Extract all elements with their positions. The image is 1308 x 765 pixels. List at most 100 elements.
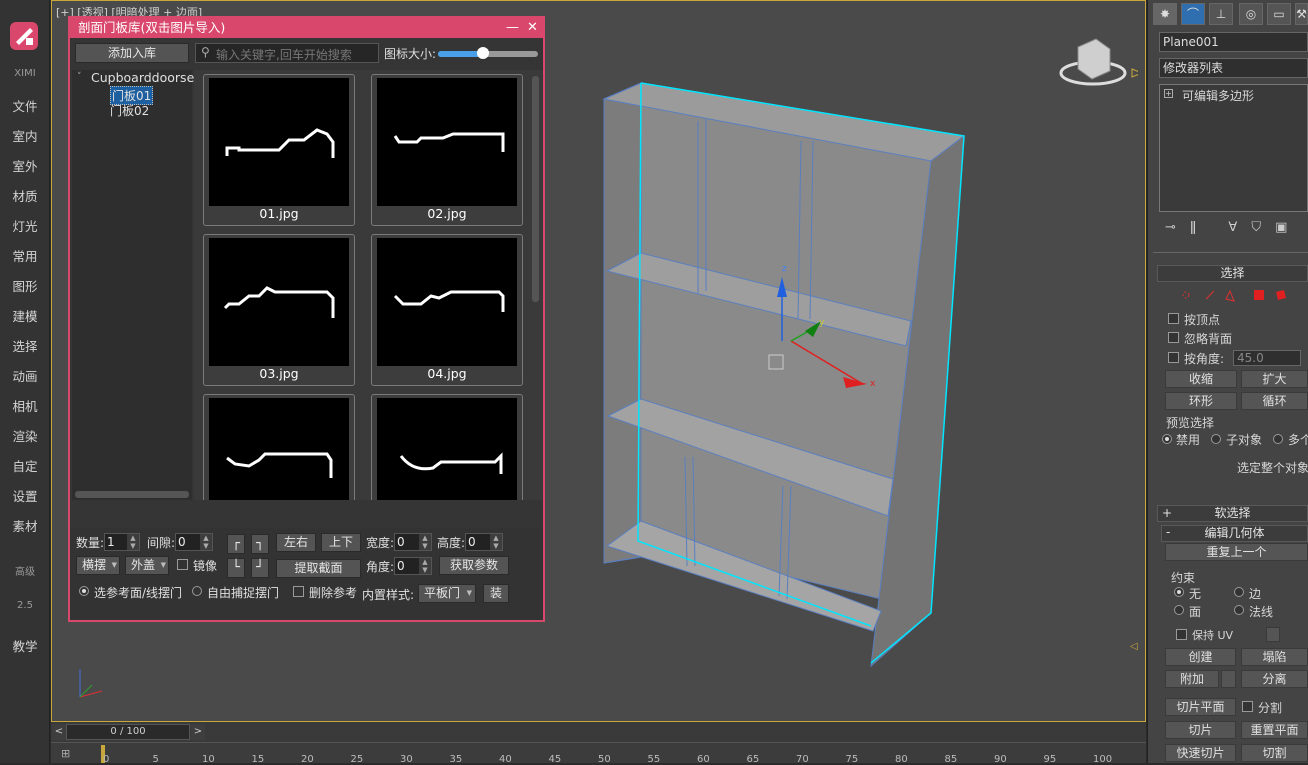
add-to-library-button[interactable]: 添加入库 [75,43,189,63]
attach-button[interactable]: 附加 [1165,670,1219,688]
slice-plane-button[interactable]: 切片平面 [1165,698,1236,716]
menu-select[interactable]: 选择 [0,336,50,355]
menu-shape[interactable]: 图形 [0,276,50,295]
stack-tools-icon[interactable]: ⊸ǁ ∀⛉▣ [1165,220,1301,235]
motion-tab-icon[interactable]: ◎ [1239,3,1263,25]
menu-exterior[interactable]: 室外 [0,156,50,175]
spinner-arrows-icon[interactable]: ▲ ▼ [200,534,212,550]
menu-material[interactable]: 材质 [0,186,50,205]
thumbnail-item[interactable]: 03.jpg [203,234,355,386]
menu-render[interactable]: 渲染 [0,426,50,445]
spinner-arrows-icon[interactable]: ▲ ▼ [419,534,431,550]
spinner-arrows-icon[interactable]: ▲ ▼ [490,534,502,550]
object-name-field[interactable]: Plane001 [1159,32,1308,52]
height-input[interactable]: 0 ▲ ▼ [465,533,503,551]
display-tab-icon[interactable]: ▭ [1267,3,1291,25]
menu-tutorial[interactable]: 教学 [0,636,50,655]
menu-settings[interactable]: 设置 [0,486,50,505]
thumbnail-grid[interactable]: 01.jpg 02.jpg 03.jpg 04.jpg [194,70,543,500]
thumbnail-item[interactable]: 04.jpg [371,234,523,386]
extract-section-button[interactable]: 提取截面 [276,559,361,578]
constraint-none-radio[interactable] [1174,587,1184,597]
spinner-arrows-icon[interactable]: ▲ ▼ [127,534,139,550]
subobject-icons[interactable] [1180,287,1290,303]
corner-top-right-icon[interactable]: ┐ [251,534,269,554]
menu-light[interactable]: 灯光 [0,216,50,235]
search-input[interactable]: ⚲ 输入关键字,回车开始搜索 [195,43,379,63]
by-angle-checkbox[interactable] [1168,352,1179,363]
slice-button[interactable]: 切片 [1165,721,1236,739]
constraint-normal-radio[interactable] [1234,605,1244,615]
utilities-tab-icon[interactable]: ⚒ [1295,3,1308,25]
by-vertex-checkbox[interactable] [1168,313,1179,324]
preserve-uv-checkbox[interactable] [1176,629,1187,640]
frame-slider[interactable]: 0 / 100 [66,724,190,740]
quick-slice-button[interactable]: 快速切片 [1165,744,1236,762]
constraint-edge-radio[interactable] [1234,587,1244,597]
get-params-button[interactable]: 获取参数 [439,556,509,575]
key-icon[interactable]: ⊞ [61,747,70,760]
menu-assets[interactable]: 素材 [0,516,50,535]
menu-custom[interactable]: 自定 [0,456,50,475]
detach-button[interactable]: 分离 [1241,670,1308,688]
menu-interior[interactable]: 室内 [0,126,50,145]
ignore-backface-checkbox[interactable] [1168,332,1179,343]
create-button[interactable]: 创建 [1165,648,1236,666]
icon-size-slider-knob[interactable] [477,47,489,59]
hierarchy-tab-icon[interactable]: ⊥ [1209,3,1233,25]
width-input[interactable]: 0 ▲ ▼ [394,533,432,551]
menu-camera[interactable]: 相机 [0,396,50,415]
cut-button[interactable]: 切割 [1241,744,1308,762]
preview-multi-radio[interactable] [1273,434,1283,444]
gap-input[interactable]: 0 ▲ ▼ [175,533,213,551]
library-tree[interactable]: ˅ Cupboarddoorse 门板01 门板02 [72,70,194,500]
icon-size-slider[interactable] [438,47,538,59]
modify-tab-icon[interactable]: ⌒ [1181,3,1205,25]
thumbnail-item[interactable]: 01.jpg [203,74,355,226]
ring-button[interactable]: 环形 [1165,392,1237,410]
selection-rollout-header[interactable]: 选择 [1157,265,1308,282]
tree-expand-icon[interactable]: ˅ [77,72,82,82]
mirror-checkbox[interactable] [177,559,188,570]
corner-bottom-left-icon[interactable]: └ [227,558,245,578]
menu-modeling[interactable]: 建模 [0,306,50,325]
edit-geometry-rollout-header[interactable]: - 编辑几何体 [1161,525,1308,542]
constraint-face-radio[interactable] [1174,605,1184,615]
create-tab-icon[interactable]: ✸ [1153,3,1177,25]
preserve-uv-settings-button[interactable] [1266,627,1280,642]
left-right-button[interactable]: 左右 [276,533,316,552]
menu-common[interactable]: 常用 [0,246,50,265]
thumbnail-item[interactable] [371,394,523,500]
grow-button[interactable]: 扩大 [1241,370,1308,388]
angle-input[interactable]: 45.0 [1233,350,1301,366]
preview-off-radio[interactable] [1162,434,1172,444]
close-button[interactable]: ✕ [527,18,538,38]
timeline-prev-button[interactable]: < [52,724,66,740]
corner-top-left-icon[interactable]: ┌ [227,534,245,554]
menu-advanced[interactable]: 高级 [0,563,50,578]
split-checkbox[interactable] [1242,701,1253,712]
free-snap-radio[interactable] [192,586,202,596]
thumbnail-item[interactable] [203,394,355,500]
collapse-icon[interactable]: - [1166,525,1170,540]
install-button[interactable]: 装 [483,584,509,603]
count-input[interactable]: 1 ▲ ▼ [104,533,140,551]
thumbnail-vscrollbar[interactable] [532,76,539,302]
menu-animation[interactable]: 动画 [0,366,50,385]
up-down-button[interactable]: 上下 [321,533,361,552]
orientation-select[interactable]: 横摆 ▼ [76,556,120,575]
expand-icon[interactable]: + [1164,89,1173,98]
delete-ref-checkbox[interactable] [293,586,304,597]
tree-root[interactable]: Cupboarddoorse [91,70,194,85]
cover-select[interactable]: 外盖 ▼ [125,556,169,575]
stack-item-editable-poly[interactable]: 可编辑多边形 [1182,87,1254,104]
preview-subobject-radio[interactable] [1211,434,1221,444]
modifier-stack[interactable]: + 可编辑多边形 [1159,84,1308,212]
spinner-arrows-icon[interactable]: ▲ ▼ [419,558,431,574]
dialog-title[interactable]: 剖面门板库(双击图片导入) [70,18,543,38]
modifier-list-dropdown[interactable]: 修改器列表 [1159,58,1308,78]
angle-input[interactable]: 0 ▲ ▼ [394,557,432,575]
viewcube-icon[interactable] [1058,35,1144,95]
minimize-button[interactable]: — [506,18,519,38]
corner-bottom-right-icon[interactable]: ┘ [251,558,269,578]
